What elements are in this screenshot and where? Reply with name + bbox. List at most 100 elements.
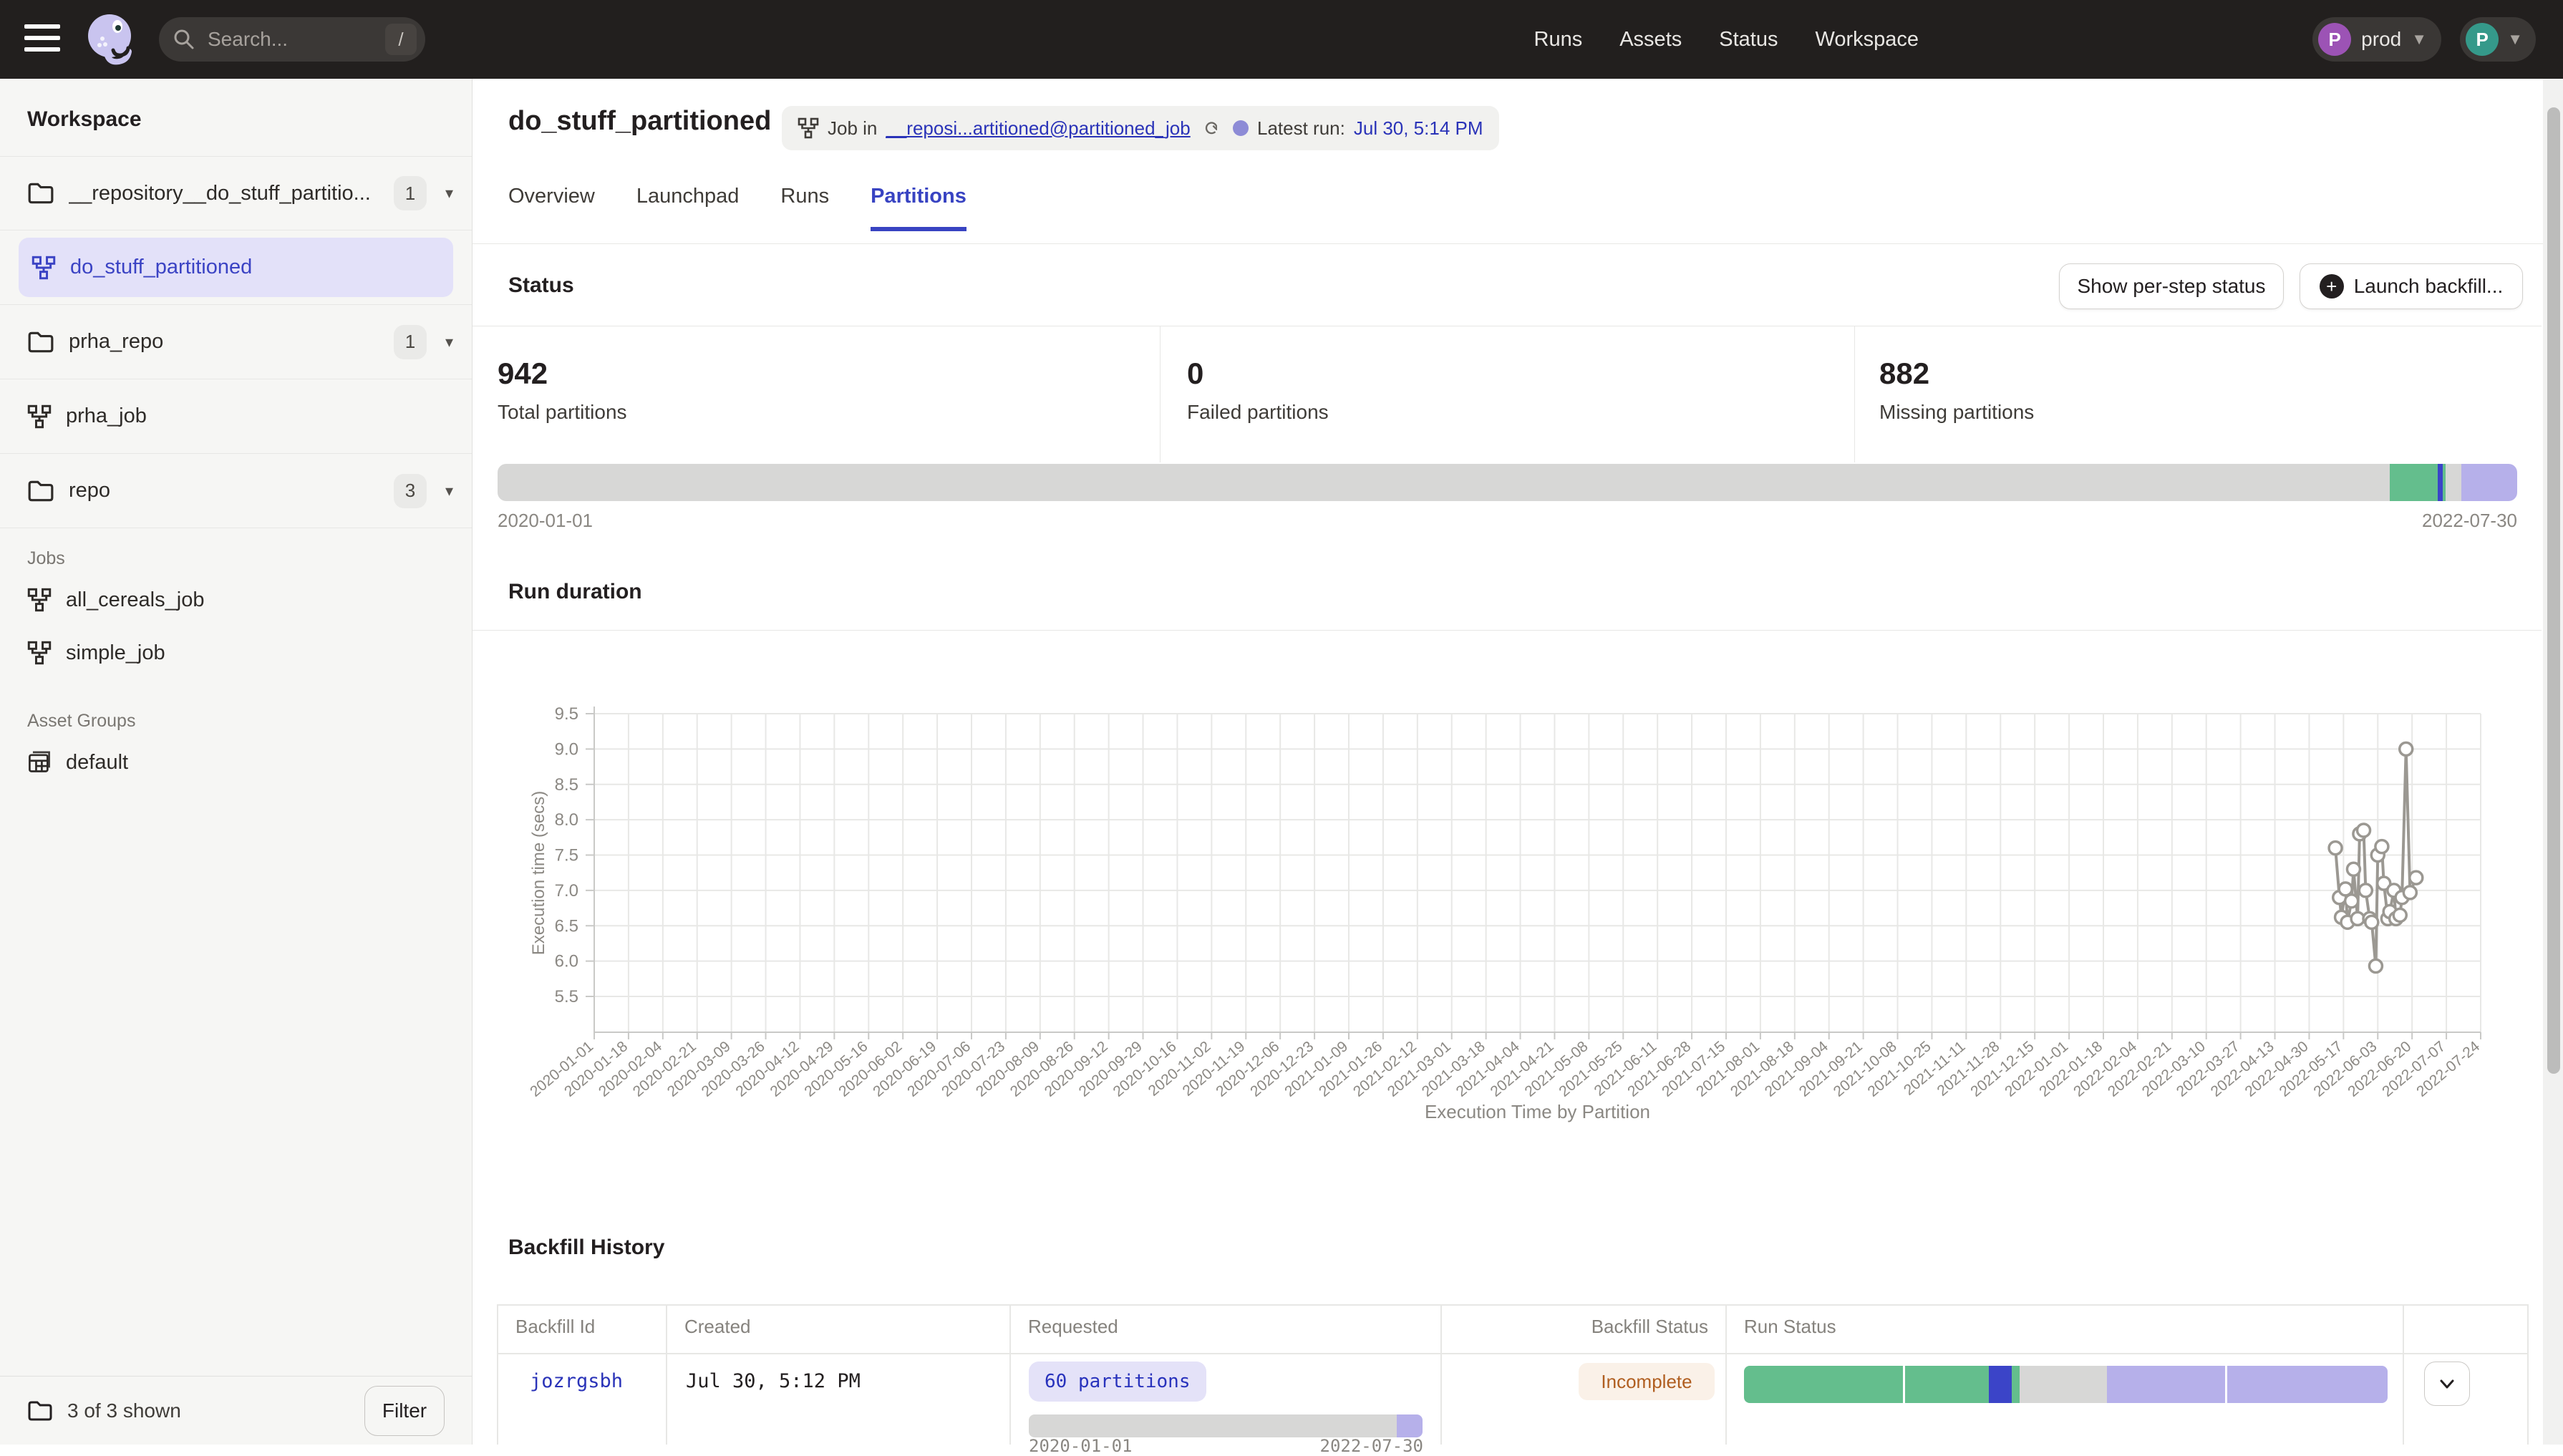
chevron-down-icon[interactable]: ▾ xyxy=(445,333,453,351)
run-status-segment xyxy=(1905,1366,1989,1403)
show-per-step-status-button[interactable]: Show per-step status xyxy=(2059,263,2284,309)
user-menu[interactable]: P ▼ xyxy=(2460,17,2536,62)
run-status-bar[interactable] xyxy=(1744,1366,2388,1403)
scrollbar-track[interactable] xyxy=(2543,79,2563,1445)
deployment-switcher[interactable]: P prod ▼ xyxy=(2312,17,2441,62)
launch-backfill-label: Launch backfill... xyxy=(2354,275,2504,298)
sidebar-item-do-stuff-partitioned[interactable]: do_stuff_partitioned xyxy=(0,230,472,305)
filter-button[interactable]: Filter xyxy=(364,1386,445,1436)
dagster-logo-icon[interactable] xyxy=(80,9,142,70)
job-icon xyxy=(27,404,52,429)
y-tick-label: 8.0 xyxy=(555,810,578,830)
job-tabs: Overview Launchpad Runs Partitions xyxy=(508,185,966,231)
chevron-down-icon[interactable]: ▾ xyxy=(445,482,453,500)
data-point-marker[interactable] xyxy=(2393,908,2406,921)
run-status-segment xyxy=(2227,1366,2388,1403)
chevron-down-icon[interactable]: ▾ xyxy=(445,184,453,203)
sidebar-sections: Jobsall_cereals_jobsimple_jobAsset Group… xyxy=(0,517,472,789)
sidebar-item-default[interactable]: default xyxy=(0,736,472,789)
sidebar-item-inner: __repository__do_stuff_partitio...1▾ xyxy=(0,157,472,230)
run-status-dot-icon xyxy=(1233,120,1249,136)
tab-runs[interactable]: Runs xyxy=(780,185,829,231)
data-point-marker[interactable] xyxy=(2329,842,2342,855)
job-icon xyxy=(798,117,819,139)
y-tick-label: 9.0 xyxy=(555,739,578,759)
user-avatar: P xyxy=(2466,23,2499,56)
nav-link-workspace[interactable]: Workspace xyxy=(1815,28,1919,52)
repo-count-badge: 1 xyxy=(394,176,427,210)
stat-value: 0 xyxy=(1187,356,1329,391)
stat-missing-partitions: 882 Missing partitions xyxy=(1879,356,2034,424)
partition-status-segment xyxy=(2438,464,2443,501)
partition-status-bar[interactable] xyxy=(498,464,2517,501)
stat-value: 942 xyxy=(498,356,627,391)
stat-label: Failed partitions xyxy=(1187,401,1329,424)
sidebar-item--repository-do-stuff-partitio-[interactable]: __repository__do_stuff_partitio...1▾ xyxy=(0,156,472,230)
latest-run-prefix: Latest run: xyxy=(1257,117,1345,140)
data-point-marker[interactable] xyxy=(2347,863,2360,875)
nav-link-runs[interactable]: Runs xyxy=(1534,28,1583,52)
data-point-marker[interactable] xyxy=(2359,884,2372,897)
chevron-down-icon: ▼ xyxy=(2507,30,2523,49)
data-point-marker[interactable] xyxy=(2403,886,2416,899)
sidebar-item-label: do_stuff_partitioned xyxy=(70,256,440,279)
run-status-segment xyxy=(2107,1366,2225,1403)
sidebar-item-simple_job[interactable]: simple_job xyxy=(0,626,472,679)
job-origin-badge: Job in __reposi...artitioned@partitioned… xyxy=(782,106,1237,150)
sidebar-item-all_cereals_job[interactable]: all_cereals_job xyxy=(0,573,472,626)
y-axis-title: Execution time (secs) xyxy=(529,791,548,955)
data-point-marker[interactable] xyxy=(2375,840,2388,853)
stat-total-partitions: 942 Total partitions xyxy=(498,356,627,424)
search-shortcut-key: / xyxy=(385,24,417,55)
requested-partitions-bar xyxy=(1029,1414,1423,1437)
column-header-run-status: Run Status xyxy=(1744,1316,1836,1338)
sidebar-item-inner: prha_repo1▾ xyxy=(0,305,472,379)
folder-icon xyxy=(27,1400,53,1422)
requested-partitions-badge[interactable]: 60 partitions xyxy=(1029,1362,1206,1402)
table-column-border xyxy=(497,1304,498,1445)
workspace-sidebar: Workspace __repository__do_stuff_partiti… xyxy=(0,79,473,1445)
stat-label: Missing partitions xyxy=(1879,401,2034,424)
data-point-marker[interactable] xyxy=(2345,895,2358,908)
column-header-created: Created xyxy=(684,1316,751,1338)
data-point-marker[interactable] xyxy=(2400,742,2413,755)
folder-icon xyxy=(27,182,54,205)
data-point-marker[interactable] xyxy=(2410,871,2423,884)
job-origin-link[interactable]: __reposi...artitioned@partitioned_job xyxy=(886,117,1190,140)
deployment-avatar: P xyxy=(2318,23,2351,56)
search-icon xyxy=(172,27,196,52)
expand-row-button[interactable] xyxy=(2424,1362,2470,1406)
hamburger-menu-icon[interactable] xyxy=(24,24,60,54)
y-tick-label: 6.5 xyxy=(555,916,578,936)
table-column-border xyxy=(2527,1304,2529,1445)
chevron-down-icon xyxy=(2438,1374,2456,1393)
page-title: do_stuff_partitioned xyxy=(508,106,771,137)
stat-divider xyxy=(1854,326,1855,462)
chart-top-divider xyxy=(473,630,2542,631)
tab-launchpad[interactable]: Launchpad xyxy=(636,185,740,231)
column-header-backfill-status: Backfill Status xyxy=(1440,1316,1708,1338)
partition-range-start: 2020-01-01 xyxy=(498,510,593,532)
backfill-id-link[interactable]: jozrgsbh xyxy=(530,1370,623,1392)
tab-partitions[interactable]: Partitions xyxy=(871,185,966,231)
launch-backfill-button[interactable]: + Launch backfill... xyxy=(2300,263,2523,309)
sidebar-item-prha-job[interactable]: prha_job xyxy=(0,379,472,454)
column-header-backfill-id: Backfill Id xyxy=(515,1316,595,1338)
run-duration-heading: Run duration xyxy=(508,580,642,604)
data-point-marker[interactable] xyxy=(2365,916,2378,928)
scrollbar-thumb[interactable] xyxy=(2547,107,2560,1074)
backfill-created-cell: Jul 30, 5:12 PM xyxy=(686,1370,861,1392)
table-border-top xyxy=(497,1304,2527,1306)
sidebar-item-label: prha_repo xyxy=(69,330,379,354)
sidebar-item-prha-repo[interactable]: prha_repo1▾ xyxy=(0,305,472,379)
requested-range-end: 2022-07-30 xyxy=(1260,1436,1423,1456)
data-point-marker[interactable] xyxy=(2369,960,2382,973)
latest-run-link[interactable]: Jul 30, 5:14 PM xyxy=(1354,117,1483,140)
data-point-marker[interactable] xyxy=(2358,824,2370,837)
tab-overview[interactable]: Overview xyxy=(508,185,595,231)
nav-link-assets[interactable]: Assets xyxy=(1619,28,1682,52)
sidebar-item-label: simple_job xyxy=(66,641,165,665)
repo-count-badge: 3 xyxy=(394,474,427,508)
search-input[interactable]: Search... / xyxy=(159,17,425,62)
nav-link-status[interactable]: Status xyxy=(1719,28,1778,52)
